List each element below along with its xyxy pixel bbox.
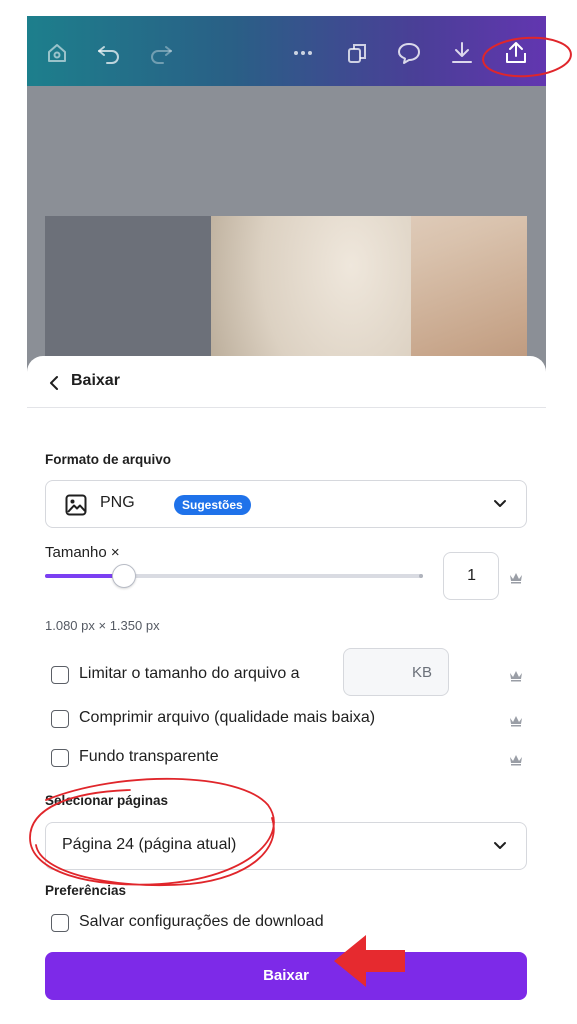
transparent-checkbox[interactable]	[51, 749, 69, 767]
screenshot-stage: Baixar Formato de arquivo PNG Sugestões …	[0, 0, 577, 1024]
preferences-label: Preferências	[45, 883, 127, 898]
design-canvas	[27, 86, 546, 416]
download-button-label: Baixar	[263, 967, 309, 984]
suggestion-badge: Sugestões	[174, 495, 251, 515]
crown-icon	[509, 753, 523, 766]
redo-icon[interactable]	[147, 39, 175, 67]
more-icon[interactable]	[289, 39, 317, 67]
output-dimensions: 1.080 px × 1.350 px	[45, 618, 160, 633]
save-settings-label: Salvar configurações de download	[79, 913, 324, 930]
file-format-label: Formato de arquivo	[45, 452, 172, 467]
size-multiplier-value: 1	[467, 567, 476, 584]
crown-icon	[509, 714, 523, 727]
comment-icon[interactable]	[395, 39, 423, 67]
selected-pages-value: Página 24 (página atual)	[62, 836, 237, 853]
size-slider-thumb[interactable]	[112, 564, 137, 588]
download-button[interactable]: Baixar	[45, 952, 527, 1000]
home-icon[interactable]	[43, 39, 71, 67]
limit-size-label: Limitar o tamanho do arquivo a	[79, 665, 300, 682]
crown-icon	[509, 571, 523, 584]
save-settings-checkbox[interactable]	[51, 914, 69, 932]
file-format-select[interactable]: PNG Sugestões	[45, 480, 527, 528]
chevron-down-icon	[492, 839, 508, 853]
size-multiplier-input[interactable]: 1	[443, 552, 499, 600]
image-icon	[64, 493, 88, 517]
undo-icon[interactable]	[95, 39, 123, 67]
file-size-unit: KB	[411, 664, 432, 681]
sheet-header: Baixar	[27, 356, 546, 408]
size-label: Tamanho ×	[45, 544, 120, 561]
phone-screen: Baixar Formato de arquivo PNG Sugestões …	[27, 16, 546, 1024]
back-chevron-icon[interactable]	[47, 374, 61, 392]
compress-checkbox[interactable]	[51, 710, 69, 728]
editor-toolbar	[27, 16, 546, 86]
pages-icon[interactable]	[343, 39, 371, 67]
size-slider-track[interactable]	[45, 574, 423, 578]
chevron-down-icon	[492, 497, 508, 511]
select-pages-dropdown[interactable]: Página 24 (página atual)	[45, 822, 527, 870]
file-format-value: PNG	[100, 494, 135, 511]
download-sheet: Baixar Formato de arquivo PNG Sugestões …	[27, 356, 546, 1024]
share-icon[interactable]	[502, 39, 530, 67]
select-pages-label: Selecionar páginas	[45, 793, 169, 808]
file-size-input[interactable]: KB	[343, 648, 449, 696]
limit-size-checkbox[interactable]	[51, 666, 69, 684]
transparent-label: Fundo transparente	[79, 748, 219, 765]
crown-icon	[509, 669, 523, 682]
download-icon[interactable]	[448, 39, 476, 67]
sheet-title: Baixar	[71, 372, 120, 389]
slider-end-dot	[419, 574, 423, 578]
compress-label: Comprimir arquivo (qualidade mais baixa)	[79, 709, 376, 726]
